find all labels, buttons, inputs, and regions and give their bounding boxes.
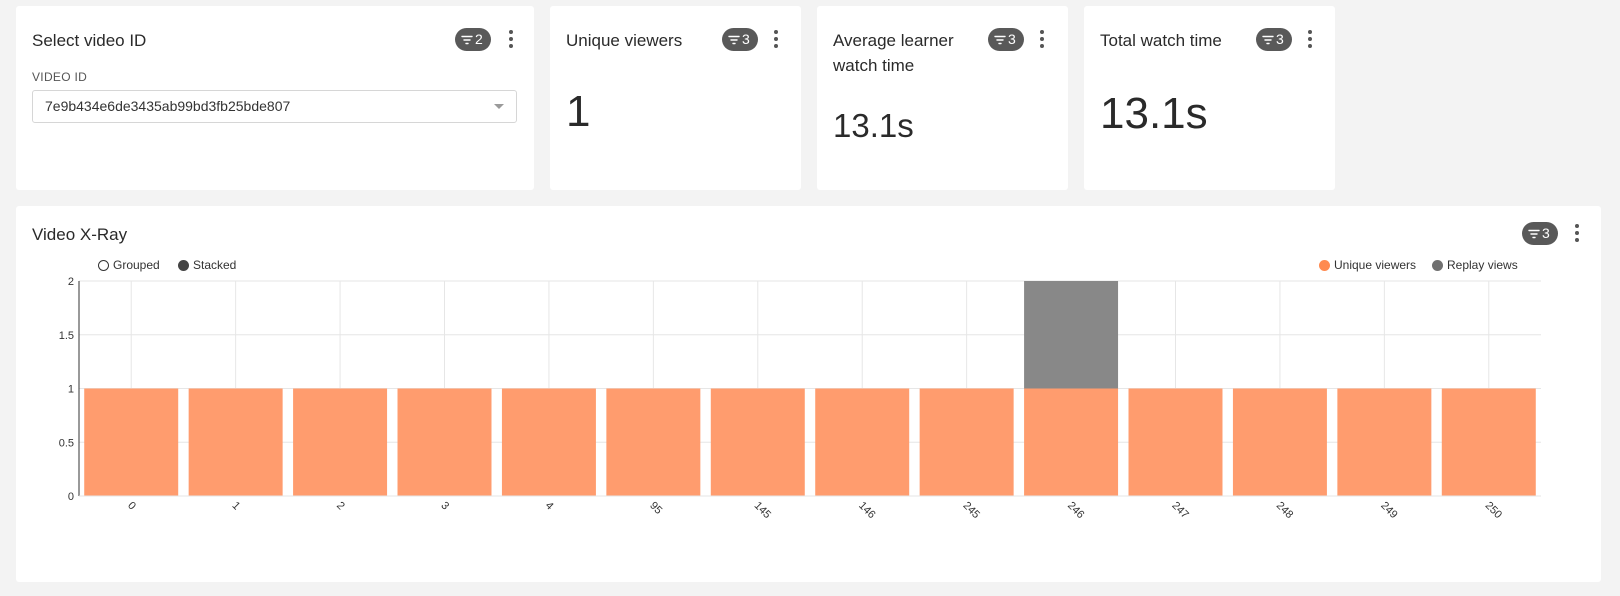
unique-viewers-value: 1 xyxy=(566,87,591,136)
x-tick-label: 246 xyxy=(1065,500,1086,521)
bar-unique-viewers xyxy=(815,388,910,496)
avg-watch-title-line2: watch time xyxy=(833,56,915,75)
x-tick-label: 145 xyxy=(752,500,773,521)
bar-unique-viewers xyxy=(1337,388,1432,496)
filter-count: 3 xyxy=(1276,31,1284,47)
video-id-select[interactable]: 7e9b434e6de3435ab99bd3fb25bde807 xyxy=(32,90,517,123)
filter-badge[interactable]: 2 xyxy=(455,28,491,51)
bar-unique-viewers xyxy=(397,388,492,496)
chevron-down-icon xyxy=(494,104,504,109)
y-tick-label: 1.5 xyxy=(59,330,74,342)
x-tick-label: 3 xyxy=(438,500,451,513)
unique-viewers-card: Unique viewers 3 1 xyxy=(550,6,801,190)
filter-count: 3 xyxy=(1008,31,1016,47)
select-video-card: Select video ID 2 VIDEO ID 7e9b434e6de34… xyxy=(16,6,534,190)
unique-viewers-title: Unique viewers xyxy=(566,31,683,50)
filter-badge[interactable]: 3 xyxy=(988,28,1024,51)
x-tick-label: 247 xyxy=(1169,500,1190,521)
total-watch-value: 13.1s xyxy=(1100,89,1208,138)
total-watch-card: Total watch time 3 13.1s xyxy=(1084,6,1335,190)
total-watch-title: Total watch time xyxy=(1100,31,1222,50)
avg-watch-value: 13.1s xyxy=(833,107,914,144)
filter-icon xyxy=(728,35,740,44)
x-tick-label: 248 xyxy=(1274,500,1295,521)
x-tick-label: 2 xyxy=(334,500,347,513)
y-tick-label: 0.5 xyxy=(59,437,74,449)
y-tick-label: 0 xyxy=(68,491,74,503)
bar-unique-viewers xyxy=(84,388,179,496)
bar-unique-viewers xyxy=(1441,388,1536,496)
filter-icon xyxy=(461,35,473,44)
filter-icon xyxy=(994,35,1006,44)
x-tick-label: 146 xyxy=(856,500,877,521)
filter-count: 2 xyxy=(475,31,483,47)
bar-unique-viewers xyxy=(606,388,701,496)
avg-watch-title: Average learner watch time xyxy=(833,28,983,78)
x-tick-label: 0 xyxy=(125,500,138,513)
more-vertical-icon[interactable] xyxy=(770,28,782,50)
x-tick-label: 249 xyxy=(1378,500,1399,521)
filter-badge[interactable]: 3 xyxy=(1256,28,1292,51)
bar-unique-viewers xyxy=(501,388,596,496)
video-xray-chart: 0 0.5 1 1.5 2 0 1 2 3 4 95 145 146 245 246 247 248 249 250 xyxy=(59,276,1541,521)
y-tick-label: 2 xyxy=(68,276,74,288)
y-tick-label: 1 xyxy=(68,384,74,396)
video-xray-card: Video X-Ray 3 Grouped Stacked Unique vie… xyxy=(16,206,1601,582)
bar-unique-viewers xyxy=(293,388,388,496)
bar-unique-viewers xyxy=(1024,388,1119,496)
x-tick-label: 1 xyxy=(230,500,243,513)
select-video-title: Select video ID xyxy=(32,31,147,50)
video-id-selected: 7e9b434e6de3435ab99bd3fb25bde807 xyxy=(45,98,291,114)
x-tick-label: 4 xyxy=(543,500,556,513)
more-vertical-icon[interactable] xyxy=(1036,28,1048,50)
x-tick-label: 250 xyxy=(1483,500,1504,521)
bar-unique-viewers xyxy=(188,388,283,496)
x-tick-label: 245 xyxy=(961,500,982,521)
avg-watch-title-line1: Average learner xyxy=(833,31,954,50)
bar-unique-viewers xyxy=(1128,388,1223,496)
x-tick-label: 95 xyxy=(647,500,664,517)
more-vertical-icon[interactable] xyxy=(505,28,517,50)
filter-count: 3 xyxy=(742,31,750,47)
bar-unique-viewers xyxy=(919,388,1014,496)
filter-icon xyxy=(1262,35,1274,44)
filter-badge[interactable]: 3 xyxy=(722,28,758,51)
bar-unique-viewers xyxy=(1232,388,1327,496)
avg-watch-card: Average learner watch time 3 13.1s xyxy=(817,6,1068,190)
video-id-label: VIDEO ID xyxy=(32,70,88,84)
bar-unique-viewers xyxy=(710,388,805,496)
more-vertical-icon[interactable] xyxy=(1304,28,1316,50)
bar-replay-views xyxy=(1024,281,1119,389)
